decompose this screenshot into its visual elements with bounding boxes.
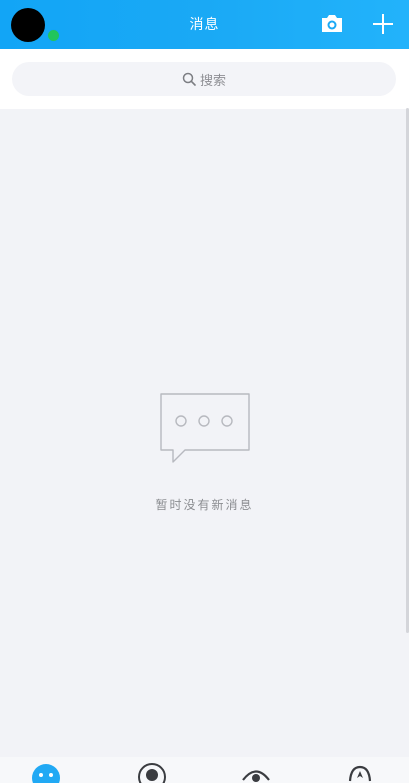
search-placeholder: 搜索 bbox=[199, 73, 226, 89]
title-bar: 消息 bbox=[0, 0, 409, 49]
camera-icon[interactable] bbox=[319, 12, 345, 36]
plus-icon[interactable] bbox=[371, 12, 395, 36]
chat-bubble-icon bbox=[159, 393, 250, 463]
page-title: 消息 bbox=[189, 17, 220, 33]
search-area: 搜索 bbox=[0, 49, 409, 109]
explore-tab-icon[interactable] bbox=[345, 763, 375, 783]
empty-message: 暂时没有新消息 bbox=[155, 498, 254, 512]
contacts-tab-icon[interactable] bbox=[137, 763, 167, 783]
message-tab-icon[interactable] bbox=[31, 763, 61, 783]
search-input[interactable]: 搜索 bbox=[12, 62, 396, 96]
search-icon bbox=[182, 72, 196, 86]
bottom-tab-bar bbox=[0, 757, 409, 783]
empty-state: 暂时没有新消息 bbox=[0, 390, 409, 513]
watch-tab-icon[interactable] bbox=[241, 763, 271, 783]
